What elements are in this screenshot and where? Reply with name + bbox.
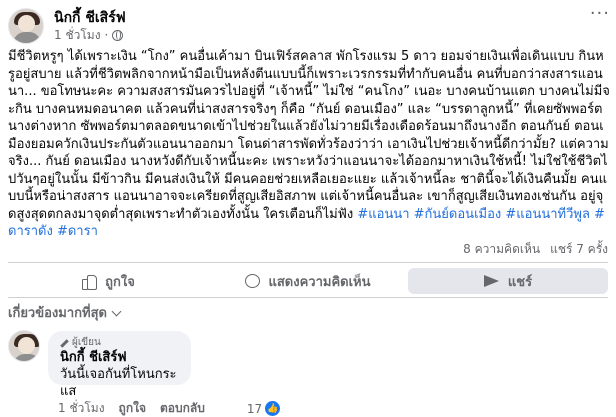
comments-count[interactable]: 8 ความคิดเห็น <box>463 240 540 259</box>
comment-button[interactable]: แสดงความคิดเห็น <box>208 268 408 294</box>
author-block: นิกกี้ ชีเสิร์ฟ 1 ชั่วโมง · <box>54 9 126 43</box>
pencil-icon <box>60 338 69 348</box>
post-text: มีชีวิตหรูๆ ได้เพราะเงิน “โกง” คนอื่นเค้… <box>8 49 610 222</box>
comment-text: วันนี้เจอกันที่โหนกระแส <box>60 367 177 399</box>
comment-author[interactable]: นิกกี้ ชีเสิร์ฟ <box>60 349 179 366</box>
comment-sort-dropdown[interactable]: เกี่ยวข้องมากที่สุด <box>8 302 122 323</box>
author-badge: ผู้เขียน <box>60 337 179 349</box>
divider <box>8 262 608 263</box>
comment-bubble: ผู้เขียน นิกกี้ ชีเสิร์ฟ วันนี้เจอกันที่… <box>48 331 191 399</box>
reaction-count: 17 <box>246 401 263 416</box>
thumbs-up-icon <box>81 273 98 290</box>
share-icon <box>483 273 500 289</box>
divider <box>8 297 608 298</box>
author-badge-label: ผู้เขียน <box>72 337 101 348</box>
post-stats: 8 ความคิดเห็น แชร์ 7 ครั้ง <box>8 240 608 256</box>
post-meta: 1 ชั่วโมง · <box>54 27 126 43</box>
more-options-icon[interactable]: ··· <box>590 4 610 24</box>
globe-icon <box>112 29 124 41</box>
separator-dot: · <box>104 28 109 42</box>
shares-count[interactable]: แชร์ 7 ครั้ง <box>550 240 608 259</box>
comment-icon <box>245 274 261 288</box>
comment-time[interactable]: 1 ชั่วโมง <box>58 399 105 417</box>
comment-actions: 1 ชั่วโมง ถูกใจ ตอบกลับ 17 👍 <box>58 399 281 417</box>
chevron-down-icon <box>111 306 122 316</box>
post-time[interactable]: 1 ชั่วโมง <box>54 27 101 43</box>
comment-reactions[interactable]: 17 👍 <box>246 401 281 416</box>
comment-label: แสดงความคิดเห็น <box>268 274 371 290</box>
share-button[interactable]: แชร์ <box>408 268 608 294</box>
like-button[interactable]: ถูกใจ <box>8 268 208 294</box>
like-reaction-icon: 👍 <box>265 401 281 416</box>
comment-like-button[interactable]: ถูกใจ <box>119 399 146 417</box>
action-bar: ถูกใจ แสดงความคิดเห็น แชร์ <box>8 268 608 294</box>
post-header: นิกกี้ ชีเสิร์ฟ 1 ชั่วโมง · <box>8 6 608 46</box>
author-name[interactable]: นิกกี้ ชีเสิร์ฟ <box>54 9 126 27</box>
post-body: มีชีวิตหรูๆ ได้เพราะเงิน “โกง” คนอื่นเค้… <box>8 48 610 241</box>
like-label: ถูกใจ <box>105 274 135 290</box>
sort-label: เกี่ยวข้องมากที่สุด <box>8 306 107 321</box>
author-avatar[interactable] <box>8 8 44 44</box>
comment-avatar[interactable] <box>8 330 40 362</box>
comment-reply-button[interactable]: ตอบกลับ <box>160 399 205 417</box>
share-label: แชร์ <box>507 274 533 290</box>
